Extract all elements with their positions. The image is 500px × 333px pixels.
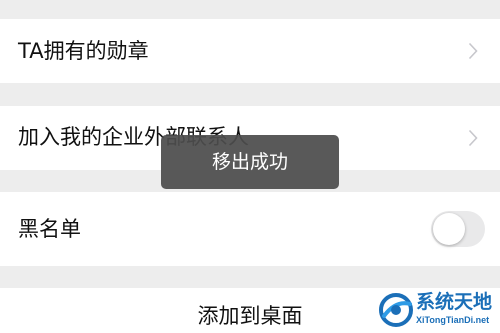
badges-row[interactable]: TA拥有的勋章 — [0, 19, 500, 83]
toast-text: 移出成功 — [211, 151, 288, 173]
watermark: 系统天地 XiTongTianDi.net — [378, 290, 498, 332]
toast-message: 移出成功 — [161, 135, 339, 189]
blacklist-label: 黑名单 — [18, 217, 81, 241]
xitongtiandi-logo-icon — [378, 292, 414, 328]
toggle-knob — [433, 213, 465, 245]
badges-label: TA拥有的勋章 — [18, 39, 149, 63]
blacklist-toggle[interactable] — [431, 211, 485, 247]
blacklist-row: 黑名单 — [0, 192, 500, 266]
chevron-right-icon — [468, 42, 478, 60]
chevron-right-icon — [468, 129, 478, 147]
watermark-title: 系统天地 — [416, 291, 493, 313]
watermark-url: XiTongTianDi.net — [416, 315, 490, 325]
